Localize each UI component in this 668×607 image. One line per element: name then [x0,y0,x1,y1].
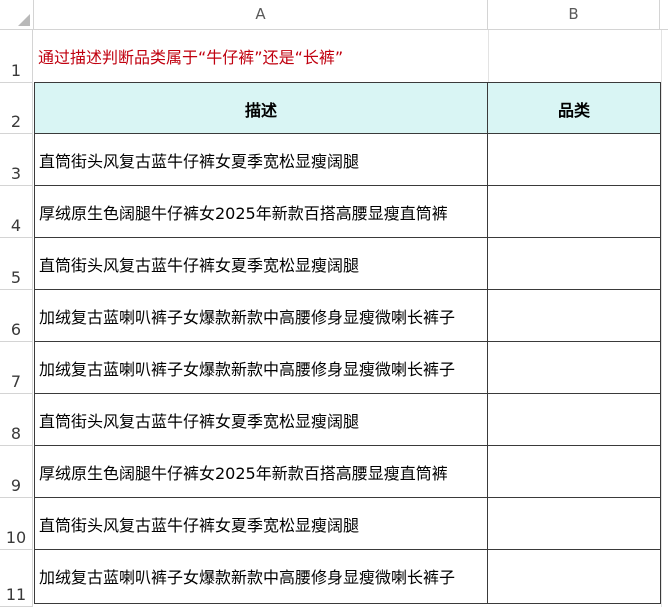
row-number: 8 [10,424,22,443]
cell-b1[interactable] [488,30,661,83]
description-text: 厚绒原生色阔腿牛仔裤女2025年新款百搭高腰显瘦直筒裤 [39,204,448,223]
spreadsheet: A B 1 2 3 4 5 6 7 8 9 10 11 通过描述判断品类属于“牛… [0,0,668,607]
cell-a11[interactable]: 加绒复古蓝喇叭裤子女爆款新款中高腰修身显瘦微喇长裤子 [34,550,488,604]
cell-a1-title[interactable]: 通过描述判断品类属于“牛仔裤”还是“长裤” [34,30,488,83]
row-header-8[interactable]: 8 [0,394,33,446]
cell-b3[interactable] [488,134,661,186]
cell-a10[interactable]: 直筒街头风复古蓝牛仔裤女夏季宽松显瘦阔腿 [34,498,488,550]
row-number: 9 [10,476,22,495]
description-text: 加绒复古蓝喇叭裤子女爆款新款中高腰修身显瘦微喇长裤子 [39,308,456,327]
description-text: 直筒街头风复古蓝牛仔裤女夏季宽松显瘦阔腿 [39,412,360,431]
row-number: 5 [10,268,22,287]
row-header-7[interactable]: 7 [0,342,33,394]
select-all-triangle-icon [18,14,30,26]
row-number: 3 [10,164,22,183]
row-header-10[interactable]: 10 [0,498,33,550]
column-header-b[interactable]: B [488,0,660,29]
column-header-row: A B [0,0,668,30]
cell-a9[interactable]: 厚绒原生色阔腿牛仔裤女2025年新款百搭高腰显瘦直筒裤 [34,446,488,498]
cell-a2-header[interactable]: 描述 [34,82,488,134]
cell-b11[interactable] [488,550,661,604]
description-text: 加绒复古蓝喇叭裤子女爆款新款中高腰修身显瘦微喇长裤子 [39,568,456,587]
cell-b2-header[interactable]: 品类 [488,82,661,134]
cell-a6[interactable]: 加绒复古蓝喇叭裤子女爆款新款中高腰修身显瘦微喇长裤子 [34,290,488,342]
cell-b6[interactable] [488,290,661,342]
row-header-4[interactable]: 4 [0,186,33,238]
row-header-11[interactable]: 11 [0,550,33,607]
row-header-6[interactable]: 6 [0,290,33,342]
column-c-edge [661,30,668,607]
row-number: 10 [5,528,27,547]
cell-a4[interactable]: 厚绒原生色阔腿牛仔裤女2025年新款百搭高腰显瘦直筒裤 [34,186,488,238]
row-number: 2 [10,112,22,131]
row-number: 4 [10,216,22,235]
cell-b7[interactable] [488,342,661,394]
row-header-5[interactable]: 5 [0,238,33,290]
cell-b8[interactable] [488,394,661,446]
cell-b5[interactable] [488,238,661,290]
column-header-a[interactable]: A [34,0,488,29]
cell-b9[interactable] [488,446,661,498]
description-text: 直筒街头风复古蓝牛仔裤女夏季宽松显瘦阔腿 [39,152,360,171]
row-number: 6 [10,320,22,339]
cell-b10[interactable] [488,498,661,550]
cell-a8[interactable]: 直筒街头风复古蓝牛仔裤女夏季宽松显瘦阔腿 [34,394,488,446]
cell-a5[interactable]: 直筒街头风复古蓝牛仔裤女夏季宽松显瘦阔腿 [34,238,488,290]
cell-a3[interactable]: 直筒街头风复古蓝牛仔裤女夏季宽松显瘦阔腿 [34,134,488,186]
select-all-corner[interactable] [0,0,34,29]
description-text: 直筒街头风复古蓝牛仔裤女夏季宽松显瘦阔腿 [39,516,360,535]
row-number: 11 [5,585,27,604]
cell-a7[interactable]: 加绒复古蓝喇叭裤子女爆款新款中高腰修身显瘦微喇长裤子 [34,342,488,394]
title-text: 通过描述判断品类属于“牛仔裤”还是“长裤” [38,48,344,67]
header-category: 品类 [557,101,590,120]
row-number: 7 [10,372,22,391]
description-text: 加绒复古蓝喇叭裤子女爆款新款中高腰修身显瘦微喇长裤子 [39,360,456,379]
description-text: 厚绒原生色阔腿牛仔裤女2025年新款百搭高腰显瘦直筒裤 [39,464,448,483]
row-header-2[interactable]: 2 [0,83,33,134]
cell-b4[interactable] [488,186,661,238]
row-header-1[interactable]: 1 [0,30,33,83]
row-number: 1 [10,61,22,80]
row-header-9[interactable]: 9 [0,446,33,498]
description-text: 直筒街头风复古蓝牛仔裤女夏季宽松显瘦阔腿 [39,256,360,275]
row-header-3[interactable]: 3 [0,134,33,186]
header-description: 描述 [244,101,277,120]
